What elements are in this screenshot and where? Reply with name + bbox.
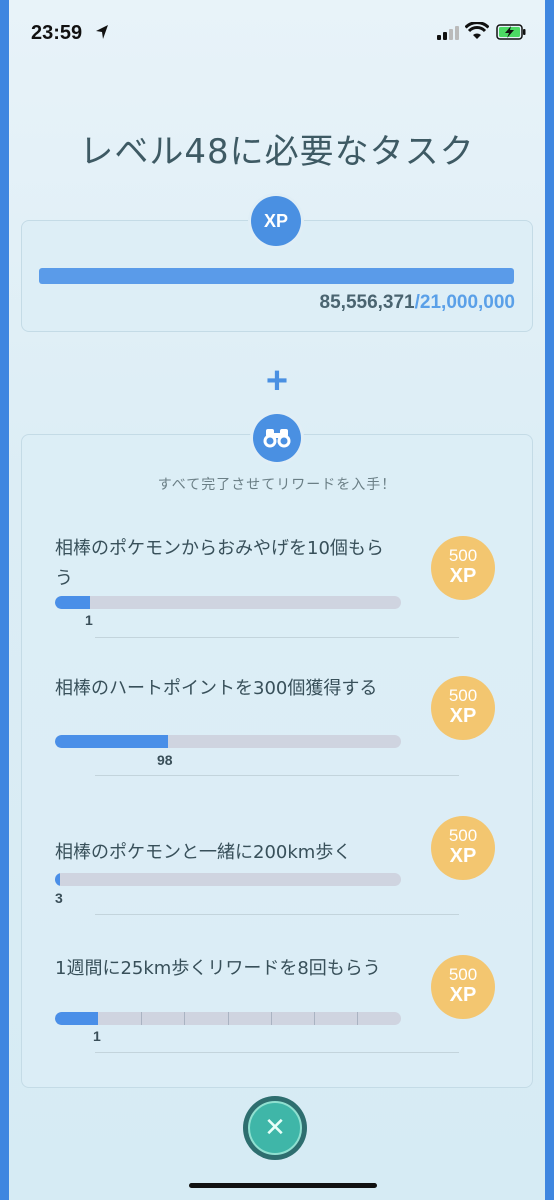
screen: 23:59 レベル48に必要なタスク XP 85,556,371/21,000,… [9, 0, 545, 1200]
reward-unit: XP [449, 705, 477, 727]
segment-tick [141, 1012, 142, 1025]
location-arrow-icon [96, 25, 108, 39]
reward-amount: 500 [448, 686, 478, 705]
xp-progress-text: 85,556,371/21,000,000 [320, 292, 515, 314]
task-progress-bar [55, 1012, 401, 1025]
cellular-signal-icon [437, 26, 459, 40]
divider [95, 914, 459, 915]
divider [95, 1052, 459, 1053]
status-time: 23:59 [31, 22, 83, 44]
task-progress-fill [55, 735, 169, 748]
xp-badge: XP [251, 196, 301, 246]
home-indicator [189, 1183, 377, 1188]
reward-unit: XP [449, 565, 477, 587]
reward-badge: 500 XP [431, 816, 495, 880]
task-progress-bar [55, 596, 401, 609]
task-label: 相棒のハートポイントを300個獲得する [55, 678, 378, 699]
segment-tick [228, 1012, 229, 1025]
task-progress-fill [55, 873, 61, 886]
reward-amount: 500 [448, 826, 478, 845]
reward-amount: 500 [448, 965, 478, 984]
reward-unit: XP [449, 845, 477, 867]
binoculars-icon [253, 414, 301, 462]
segment-tick [314, 1012, 315, 1025]
xp-progress-bar [39, 268, 514, 284]
segment-tick [271, 1012, 272, 1025]
task-progress-count: 1 [93, 1028, 101, 1044]
task-progress-fill [55, 1012, 99, 1025]
divider [95, 637, 459, 638]
reward-badge: 500 XP [431, 676, 495, 740]
segment-tick [184, 1012, 185, 1025]
close-icon: ✕ [248, 1101, 302, 1155]
task-progress-count: 98 [157, 752, 173, 768]
tasks-instruction: すべて完了させてリワードを入手！ [157, 477, 397, 493]
xp-current: 85,556,371 [319, 292, 415, 313]
task-label: 1週間に25km歩くリワードを8回もらう [55, 958, 381, 979]
task-label: 相棒のポケモンからおみやげを10個もらう [55, 538, 384, 589]
reward-unit: XP [449, 984, 477, 1006]
task-progress-bar [55, 873, 401, 886]
wifi-icon [465, 22, 489, 39]
task-progress-bar [55, 735, 401, 748]
close-button[interactable]: ✕ [243, 1096, 307, 1160]
task-label: 相棒のポケモンと一緒に200km歩く [55, 842, 352, 863]
xp-target: /21,000,000 [414, 292, 515, 313]
task-progress-count: 1 [85, 612, 93, 628]
reward-badge: 500 XP [431, 536, 495, 600]
reward-badge: 500 XP [431, 955, 495, 1019]
plus-icon: + [265, 360, 289, 402]
status-bar: 23:59 [9, 0, 545, 60]
task-progress-count: 3 [55, 890, 63, 906]
battery-charging-icon [496, 24, 526, 40]
reward-amount: 500 [448, 546, 478, 565]
segment-tick [357, 1012, 358, 1025]
page-title: レベル48に必要なタスク [79, 132, 475, 172]
divider [95, 775, 459, 776]
task-progress-fill [55, 596, 90, 609]
